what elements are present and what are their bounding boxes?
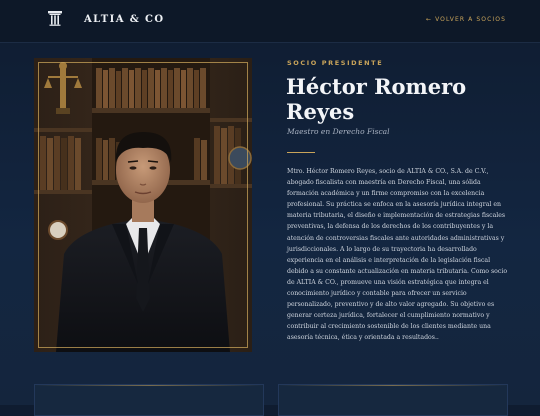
back-to-partners-link[interactable]: ← VOLVER A SOCIOS (426, 16, 506, 23)
card-accent-line (279, 385, 507, 386)
partner-biography: Mtro. Héctor Romero Reyes, socio de ALTI… (287, 168, 508, 342)
info-card-left (34, 384, 264, 416)
pillar-icon[interactable] (48, 11, 62, 27)
card-accent-line (35, 385, 263, 386)
gold-divider (287, 152, 315, 153)
info-card-right (278, 384, 508, 416)
top-navigation-bar: ALTIA & CO ← VOLVER A SOCIOS (0, 0, 540, 43)
partner-title-label: SOCIO PRESIDENTE (287, 59, 384, 67)
brand-name[interactable]: ALTIA & CO (84, 14, 165, 25)
partner-degree: Maestro en Derecho Fiscal (287, 127, 390, 136)
partner-name-line-2: Reyes (286, 99, 355, 124)
partner-name-line-1: Héctor Romero (286, 74, 467, 99)
partner-photo-image (34, 58, 252, 352)
partner-photo (34, 58, 252, 352)
partner-name: Héctor Romero Reyes (286, 74, 506, 124)
